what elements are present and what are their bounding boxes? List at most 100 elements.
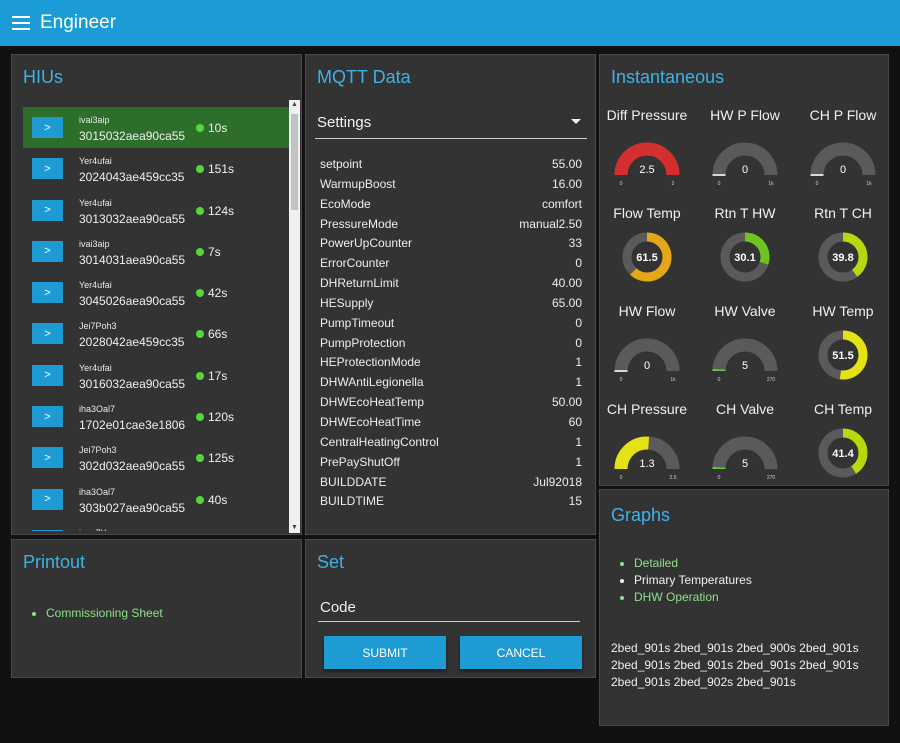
mqtt-value: 16.00 [551,176,582,191]
gauge: CH Pressure 1.3 0 2.5 [599,401,695,497]
hiu-row[interactable]: > Jei7Poh3 302d032aea90ca55 125s [23,437,289,478]
mqtt-row: DHWAntiLegionella 1 [320,375,582,395]
mqtt-value: 1 [575,434,582,449]
gauge-min: 0 [620,475,623,481]
graph-link-primary-temperatures: Primary Temperatures [634,572,752,589]
hiu-row[interactable]: > Yer4ufai 3016032aea90ca55 17s [23,355,289,396]
hiu-scrollbar[interactable]: ▲ ▼ [289,100,300,533]
hiu-row[interactable]: > ieez7Yuo [23,520,289,531]
gauge: HW P Flow 0 0 1k [697,107,793,203]
hiu-row[interactable]: > Yer4ufai 3045026aea90ca55 42s [23,272,289,313]
top-app-bar: Engineer [0,0,900,46]
open-hiu-button[interactable]: > [32,323,63,345]
mqtt-value: 1 [575,375,582,390]
hiu-id: 3045026aea90ca55 [79,294,186,309]
scroll-down-icon[interactable]: ▼ [289,523,300,533]
status-dot-icon [196,165,204,174]
mqtt-value: 40.00 [551,276,582,291]
mqtt-topic-value: Settings [317,114,372,131]
hiu-name: Yer4ufai [79,362,112,373]
gauge-title: HW P Flow [710,107,780,123]
hiu-last-seen: 120s [208,410,235,425]
mqtt-value: 0 [575,256,582,271]
status-dot-icon [196,289,204,298]
cancel-button[interactable]: CANCEL [460,636,582,669]
mqtt-key: PumpTimeout [320,315,395,330]
open-hiu-button[interactable]: > [32,529,63,531]
mqtt-row: PressureMode manual2.50 [320,217,582,237]
open-hiu-button[interactable]: > [32,447,63,469]
open-hiu-button[interactable]: > [32,488,63,510]
mqtt-row: EcoMode comfort [320,197,582,217]
hiu-last-seen: 42s [208,286,228,301]
mqtt-key: WarmupBoost [320,176,396,191]
hiu-name: ivai3aip [79,238,110,249]
hiu-last-seen: 7s [208,244,221,259]
gauge-title: CH Valve [715,401,775,417]
open-hiu-button[interactable]: > [32,240,63,262]
gauge-svg: 0 0 1k [614,338,680,383]
code-field[interactable] [318,594,580,622]
hiu-last-seen: 66s [208,327,228,342]
status-dot-icon [196,413,204,422]
graph-link-dhw-operation[interactable]: DHW Operation [634,589,752,606]
gauge-min: 0 [718,181,721,187]
code-input[interactable] [318,594,580,621]
gauge-min: 0 [718,475,721,481]
gauge-svg: 5 0 270 [712,338,778,383]
scroll-thumb[interactable] [291,114,298,210]
hiu-id: 3015032aea90ca55 [79,129,186,143]
open-hiu-button[interactable]: > [32,158,63,180]
mqtt-value: 1 [575,355,582,370]
printout-title: Printout [23,552,86,572]
open-hiu-button[interactable]: > [32,406,63,428]
gauge: CH Valve 5 0 270 [697,401,793,497]
mqtt-row: PumpTimeout 0 [320,316,582,336]
printout-panel: Printout Commissioning Sheet [11,539,302,678]
gauge-title: CH Pressure [606,401,688,417]
gauge-max: 1k [866,181,872,187]
gauge-min: 0 [718,377,721,383]
gauge-title: CH Temp [813,401,873,417]
mqtt-row: BUILDDATE Jul92018 [320,475,582,495]
open-hiu-button[interactable]: > [32,364,63,386]
hiu-row[interactable]: > Jei7Poh3 2028042ae459cc35 66s [23,313,289,354]
status-dot-icon [196,454,204,463]
menu-icon[interactable] [12,16,30,30]
gauge-svg: 0 0 1k [712,142,778,187]
hiu-row[interactable]: > iha3Oal7 1702e01cae3e1806 120s [23,396,289,437]
open-hiu-button[interactable]: > [32,282,63,304]
open-hiu-button[interactable]: > [32,199,63,221]
graph-link-detailed[interactable]: Detailed [634,555,752,572]
hiu-row[interactable]: > ivai3aip 3015032aea90ca55 10s [23,107,289,149]
scroll-up-icon[interactable]: ▲ [289,100,300,110]
hius-panel: HIUs > ivai3aip 3015032aea90ca55 10s > Yer4uf… [11,54,302,535]
hiu-id: 303b027aea90ca55 [79,500,186,515]
submit-button[interactable]: SUBMIT [324,636,446,669]
mqtt-topic-select[interactable]: Settings [315,105,587,139]
gauge-value: 51.5 [832,350,853,362]
hiu-row[interactable]: > iha3Oal7 303b027aea90ca55 40s [23,479,289,520]
gauge: Flow Temp 61.5 [599,205,695,301]
hiu-name: iha3Oal7 [79,404,116,415]
gauge-svg: 2.5 0 2 [614,142,680,187]
mqtt-row: setpoint 55.00 [320,157,582,177]
mqtt-table: setpoint 55.00 WarmupBoost 16.00 EcoMode comf… [320,157,582,514]
gauge-min: 0 [620,181,623,187]
mqtt-key: DHWEcoHeatTemp [320,395,425,410]
gauge: Rtn T CH 39.8 [795,205,891,301]
gauge-title: Rtn T CH [814,205,872,221]
open-hiu-button[interactable]: > [32,117,63,138]
hiu-name: Jei7Poh3 [79,445,117,456]
gauge-max: 2 [672,181,675,187]
mqtt-key: DHWEcoHeatTime [320,414,421,429]
gauge-title: Diff Pressure [606,107,688,123]
hiu-row[interactable]: > ivai3aip 3014031aea90ca55 7s [23,231,289,272]
hiu-row[interactable]: > Yer4ufai 3013032aea90ca55 124s [23,190,289,231]
commissioning-sheet-link[interactable]: Commissioning Sheet [46,605,163,622]
gauge-value: 39.8 [832,252,853,264]
mqtt-key: HESupply [320,295,374,310]
hiu-id: 2028042ae459cc35 [79,335,185,350]
graph-file-line: 2bed_901s 2bed_902s 2bed_901s [611,675,796,689]
hiu-row[interactable]: > Yer4ufai 2024043ae459cc35 151s [23,148,289,189]
